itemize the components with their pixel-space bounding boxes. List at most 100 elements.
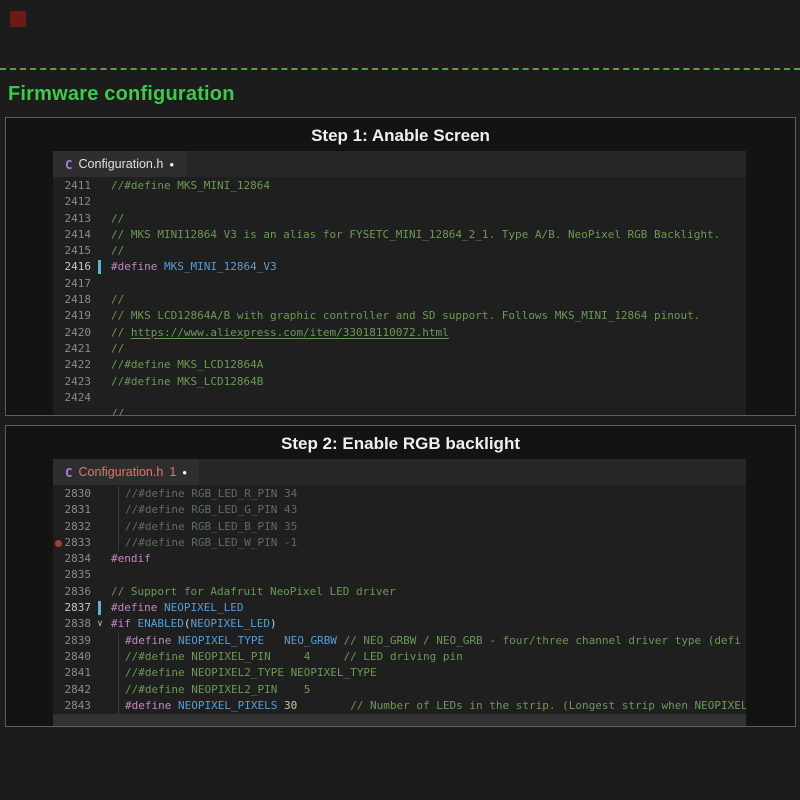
line-number: 2417 — [53, 276, 91, 292]
code-line[interactable]: 2412 — [53, 194, 746, 210]
code-text: //#define NEOPIXEL_PIN 4 // LED driving … — [111, 649, 746, 665]
line-number: 2836 — [53, 584, 91, 600]
code-token — [297, 699, 350, 712]
tab-configuration-h[interactable]: C Configuration.h ● — [53, 151, 186, 177]
breakpoint-dot-icon[interactable] — [55, 540, 62, 547]
code-line[interactable]: 2837#define NEOPIXEL_LED — [53, 600, 746, 616]
code-text: #define NEOPIXEL_PIXELS 30 // Number of … — [111, 698, 746, 714]
tab-configuration-h-errors[interactable]: C Configuration.h 1 ● — [53, 459, 199, 485]
code-line[interactable]: 2420// https://www.aliexpress.com/item/3… — [53, 325, 746, 341]
code-token: //#define MKS_MINI_12864 — [111, 179, 270, 192]
code-token: #if — [111, 617, 131, 630]
code-line[interactable]: 2422 //#define MKS_LCD12864A — [53, 357, 746, 373]
code-line[interactable]: 2411//#define MKS_MINI_12864 — [53, 178, 746, 194]
code-line[interactable]: 2831 //#define RGB_LED_G_PIN 43 — [53, 502, 746, 518]
code-text: #define MKS_MINI_12864_V3 — [111, 259, 746, 275]
code-text: //#define NEOPIXEL2_PIN 5 — [111, 682, 746, 698]
code-line[interactable]: 2840 //#define NEOPIXEL_PIN 4 // LED driv… — [53, 649, 746, 665]
code-line[interactable]: 2836 // Support for Adafruit NeoPixel LED… — [53, 584, 746, 600]
code-editor-step1: C Configuration.h ● 2411//#define MKS_MI… — [53, 151, 746, 415]
code-line[interactable]: 2833//#define RGB_LED_W_PIN -1 — [53, 535, 746, 551]
code-text: // MKS LCD12864A/B with graphic controll… — [111, 308, 746, 324]
line-number: 2422 — [53, 357, 91, 373]
code-line[interactable]: 2843 #define NEOPIXEL_PIXELS 30 // Number… — [53, 698, 746, 714]
line-number: 2418 — [53, 292, 91, 308]
code-token: // — [111, 342, 124, 355]
fold-chevron-icon[interactable]: ∨ — [91, 616, 109, 632]
code-text: //#define MKS_LCD12864A — [111, 357, 746, 373]
line-number: 2843 — [53, 698, 91, 714]
code-line[interactable]: 2832//#define RGB_LED_B_PIN 35 — [53, 519, 746, 535]
code-text: #define NEOPIXEL_TYPE NEO_GRBW // NEO_GR… — [111, 633, 746, 649]
code-text: // MKS MINI12864 V3 is an alias for FYSE… — [111, 227, 746, 243]
code-token: NEOPIXEL_PIXELS — [178, 699, 277, 712]
code-text — [111, 567, 746, 583]
step1-title: Step 1: Anable Screen — [6, 118, 795, 151]
code-line[interactable]: 2413// — [53, 211, 746, 227]
code-line[interactable]: 2830//#define RGB_LED_R_PIN 34 — [53, 486, 746, 502]
code-line[interactable]: 2424 — [53, 390, 746, 406]
code-line[interactable]: 2838∨#if ENABLED(NEOPIXEL_LED) — [53, 616, 746, 632]
code-text: // — [111, 341, 746, 357]
line-number: 2841 — [53, 665, 91, 681]
code-token: #define — [125, 634, 171, 647]
code-line[interactable]: 2842//#define NEOPIXEL2_PIN 5 — [53, 682, 746, 698]
indent-guide — [118, 502, 119, 518]
code-token: NEOPIXEL_LED — [190, 617, 269, 630]
code-line[interactable]: 2416 #define MKS_MINI_12864_V3 — [53, 259, 746, 275]
code-token: ) — [270, 617, 277, 630]
code-text: // Support for Adafruit NeoPixel LED dri… — [111, 584, 746, 600]
unsaved-dot-icon[interactable]: ● — [169, 159, 174, 169]
code-token: // Number of LEDs in the strip. (Longest… — [350, 699, 746, 712]
tab-filename: Configuration.h — [79, 465, 164, 479]
text-cursor — [98, 601, 101, 615]
line-number: 2837 — [53, 600, 91, 616]
code-line[interactable]: 2423//#define MKS_LCD12864B — [53, 374, 746, 390]
indent-guide — [118, 649, 119, 665]
unsaved-dot-icon[interactable]: ● — [182, 467, 187, 477]
page-title: Firmware configuration — [8, 83, 800, 106]
line-number: 2830 — [53, 486, 91, 502]
code-token: //#define RGB_LED_G_PIN 43 — [125, 503, 297, 516]
indent-guide — [118, 486, 119, 502]
line-number: 2413 — [53, 211, 91, 227]
code-text: //#define MKS_LCD12864B — [111, 374, 746, 390]
code-line[interactable]: 2839#define NEOPIXEL_TYPE NEO_GRBW // NE… — [53, 633, 746, 649]
indent-guide — [118, 633, 119, 649]
code-text: //#define RGB_LED_G_PIN 43 — [111, 502, 746, 518]
indent-guide — [118, 519, 119, 535]
c-language-icon: C — [65, 157, 73, 172]
code-token: //#define MKS_LCD12864B — [111, 375, 263, 388]
code-line[interactable]: 2421// — [53, 341, 746, 357]
tab-filename: Configuration.h — [79, 157, 164, 171]
code-token: // MKS LCD12864A/B with graphic controll… — [111, 309, 700, 322]
code-token: #endif — [111, 552, 151, 565]
code-line[interactable]: 2834#endif — [53, 551, 746, 567]
line-number: 2416 — [53, 259, 91, 275]
code-line[interactable]: 2419// MKS LCD12864A/B with graphic cont… — [53, 308, 746, 324]
code-token: ENABLED — [138, 617, 184, 630]
code-token: //#define RGB_LED_W_PIN -1 — [125, 536, 297, 549]
code-token: 30 — [284, 699, 297, 712]
code-token: //#define NEOPIXEL2_PIN 5 — [125, 683, 310, 696]
code-text: #endif — [111, 551, 746, 567]
code-text: // — [111, 243, 746, 259]
code-line[interactable]: 2415// — [53, 243, 746, 259]
code-line[interactable]: 2835 — [53, 567, 746, 583]
code-token: // MKS MINI12864 V3 is an alias for FYSE… — [111, 228, 720, 241]
line-number: 2840 — [53, 649, 91, 665]
code-text — [111, 390, 746, 406]
line-number: 2831 — [53, 502, 91, 518]
code-token: //#define NEOPIXEL2_TYPE NEOPIXEL_TYPE — [125, 666, 377, 679]
horizontal-scrollbar[interactable] — [53, 714, 746, 726]
code-line[interactable]: 2841 //#define NEOPIXEL2_TYPE NEOPIXEL_TY… — [53, 665, 746, 681]
code-lines-step2: 2830//#define RGB_LED_R_PIN 342831 //#def… — [53, 485, 746, 714]
code-line[interactable]: // — [53, 406, 746, 415]
code-line[interactable]: 2414// MKS MINI12864 V3 is an alias for … — [53, 227, 746, 243]
code-line[interactable]: 2418// — [53, 292, 746, 308]
code-token — [131, 617, 138, 630]
line-number: 2835 — [53, 567, 91, 583]
code-token — [337, 634, 344, 647]
code-line[interactable]: 2417 — [53, 276, 746, 292]
editor-tab-bar: C Configuration.h 1 ● — [53, 459, 746, 485]
